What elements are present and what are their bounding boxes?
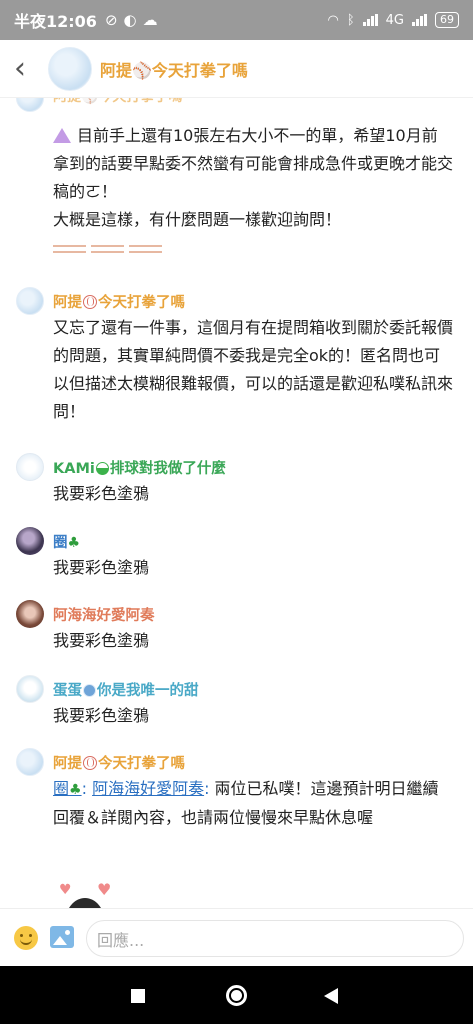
- reply-composer: 回應...: [0, 908, 473, 966]
- penguin-sticker[interactable]: ♥ ♥ ♥: [53, 880, 123, 908]
- chat-thread[interactable]: 阿提⚾今天打拳了嗎 目前手上還有10張左右大小不一的單，希望10月前拿到的話要早…: [0, 98, 473, 908]
- app-header: ‹ 阿提⚾今天打拳了嗎: [0, 40, 473, 98]
- user-name[interactable]: 阿海海好愛阿奏: [53, 604, 155, 625]
- message-text: 我要彩色塗鴉: [53, 631, 150, 650]
- reply-input[interactable]: 回應...: [86, 920, 464, 957]
- message-item: 圈♣ 我要彩色塗鴉: [0, 527, 473, 597]
- user-avatar[interactable]: [16, 527, 44, 555]
- user-name-clipped: 阿提⚾今天打拳了嗎: [53, 98, 182, 106]
- message-text: 我要彩色塗鴉: [53, 558, 150, 577]
- user-avatar[interactable]: [16, 98, 44, 112]
- user-avatar[interactable]: [16, 287, 44, 315]
- message-item: 阿提 今天打拳了嗎 圈♣: 阿海海好愛阿奏: 兩位已私噗！這邊預計明日繼續回覆＆詳…: [0, 748, 473, 908]
- candy-icon: [83, 684, 96, 697]
- user-name[interactable]: 阿提 今天打拳了嗎: [53, 291, 185, 312]
- home-icon[interactable]: [226, 985, 247, 1006]
- message-text: 又忘了還有一件事，這個月有在提問箱收到關於委託報價的問題，其實單純問價不委我是完…: [53, 318, 454, 421]
- signal-icon-2: [412, 14, 427, 26]
- system-nav-bar: [0, 966, 473, 1024]
- heart-icon: ♥: [59, 882, 72, 898]
- back-icon[interactable]: [324, 988, 338, 1004]
- battery-icon: 69: [435, 12, 459, 28]
- clover-icon: ♣: [69, 782, 82, 798]
- user-avatar[interactable]: [16, 748, 44, 776]
- status-time: 半夜12:06: [14, 12, 97, 31]
- user-name[interactable]: 阿提 今天打拳了嗎: [53, 752, 185, 773]
- baseball-icon: [83, 295, 97, 309]
- header-avatar[interactable]: [48, 46, 92, 91]
- emoji-icon[interactable]: [14, 926, 38, 950]
- warning-icon: [53, 128, 71, 143]
- message-text: 目前手上還有10張左右大小不一的單，希望10月前拿到的話要早點委不然蠻有可能會排…: [53, 122, 453, 262]
- mention-colon: :: [81, 779, 87, 798]
- sync-icon: ◐: [123, 11, 137, 29]
- message-text: 我要彩色塗鴉: [53, 484, 150, 503]
- volleyball-icon: [95, 462, 109, 475]
- mention-link[interactable]: 圈♣: [53, 779, 82, 798]
- baseball-icon: [83, 756, 97, 770]
- signal-icon: [362, 14, 378, 26]
- penguin-icon: [65, 898, 105, 908]
- message-item: 阿提 今天打拳了嗎 又忘了還有一件事，這個月有在提問箱收到關於委託報價的問題，其實…: [0, 287, 473, 447]
- mute-icon: ⊘: [104, 11, 118, 29]
- heart-icon: ♥: [97, 880, 112, 899]
- status-bar: 半夜12:06 ⊘ ◐ ☁ ◠ ᛒ 4G 69: [0, 0, 473, 40]
- message-item: KAMi 排球對我做了什麼 我要彩色塗鴉: [0, 453, 473, 523]
- wifi-icon: ◠: [327, 12, 339, 28]
- message-text: 圈♣: 阿海海好愛阿奏: 兩位已私噗！這邊預計明日繼續回覆＆詳閱內容，也請兩位慢…: [53, 775, 453, 832]
- header-title: 阿提⚾今天打拳了嗎: [100, 60, 248, 80]
- image-icon[interactable]: [50, 926, 74, 948]
- bluetooth-icon: ᛒ: [346, 12, 355, 28]
- user-avatar[interactable]: [16, 453, 44, 481]
- message-text: 我要彩色塗鴉: [53, 706, 150, 725]
- message-item: 阿海海好愛阿奏 我要彩色塗鴉: [0, 600, 473, 670]
- cloud-icon: ☁: [142, 11, 158, 29]
- network-type: 4G: [385, 12, 404, 28]
- message-item: 蛋蛋 你是我唯一的甜 我要彩色塗鴉: [0, 675, 473, 745]
- user-avatar[interactable]: [16, 675, 44, 703]
- message-line: 目前手上還有10張左右大小不一的單，希望10月前拿到的話要早點委不然蠻有可能會排…: [53, 126, 454, 201]
- clover-icon: ♣: [67, 535, 81, 551]
- user-name[interactable]: 圈♣: [53, 531, 80, 552]
- user-avatar[interactable]: [16, 600, 44, 628]
- divider-decoration: [53, 238, 167, 257]
- mention-link[interactable]: 阿海海好愛阿奏: [92, 779, 204, 798]
- user-name[interactable]: KAMi 排球對我做了什麼: [53, 457, 226, 478]
- user-name[interactable]: 蛋蛋 你是我唯一的甜: [53, 679, 199, 700]
- recents-icon[interactable]: [131, 989, 145, 1003]
- message-item: 阿提⚾今天打拳了嗎 目前手上還有10張左右大小不一的單，希望10月前拿到的話要早…: [0, 98, 473, 268]
- chevron-left-icon[interactable]: ‹: [14, 51, 40, 86]
- message-line: 大概是這樣，有什麼問題一樣歡迎詢問！: [53, 210, 342, 229]
